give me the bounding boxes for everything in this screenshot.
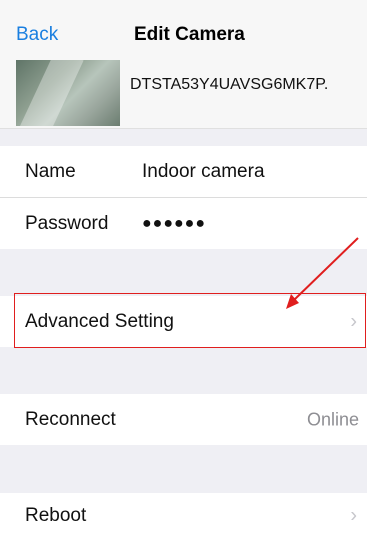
- camera-id: DTSTA53Y4UAVSG6MK7P.: [130, 76, 329, 93]
- page-title: Edit Camera: [134, 24, 245, 45]
- password-field[interactable]: ●●●●●●: [142, 215, 206, 233]
- back-button[interactable]: Back: [16, 24, 58, 46]
- reconnect-group: Reconnect Online: [0, 394, 367, 445]
- name-label: Name: [25, 160, 76, 182]
- reconnect-label: Reconnect: [25, 408, 116, 430]
- chevron-right-icon: ›: [350, 504, 357, 527]
- camera-fields-group: Name Indoor camera Password ●●●●●●: [0, 146, 367, 249]
- name-row[interactable]: Name Indoor camera: [0, 146, 367, 198]
- camera-thumbnail: [16, 60, 120, 126]
- reboot-label: Reboot: [25, 505, 87, 526]
- chevron-right-icon: ›: [350, 310, 357, 332]
- password-label: Password: [25, 212, 109, 234]
- reboot-row[interactable]: Reboot ›: [0, 493, 367, 539]
- name-field[interactable]: Indoor camera: [142, 161, 265, 183]
- advanced-setting-row[interactable]: Advanced Setting ›: [0, 296, 367, 347]
- reconnect-row[interactable]: Reconnect Online: [0, 394, 367, 445]
- password-row[interactable]: Password ●●●●●●: [0, 198, 367, 249]
- advanced-group: Advanced Setting ›: [0, 296, 367, 347]
- camera-header: DTSTA53Y4UAVSG6MK7P.: [0, 60, 367, 129]
- reboot-group: Reboot ›: [0, 493, 367, 539]
- navigation-bar: Back Edit Camera: [0, 0, 367, 66]
- status-label: Online: [306, 409, 359, 429]
- advanced-setting-label: Advanced Setting: [25, 310, 174, 332]
